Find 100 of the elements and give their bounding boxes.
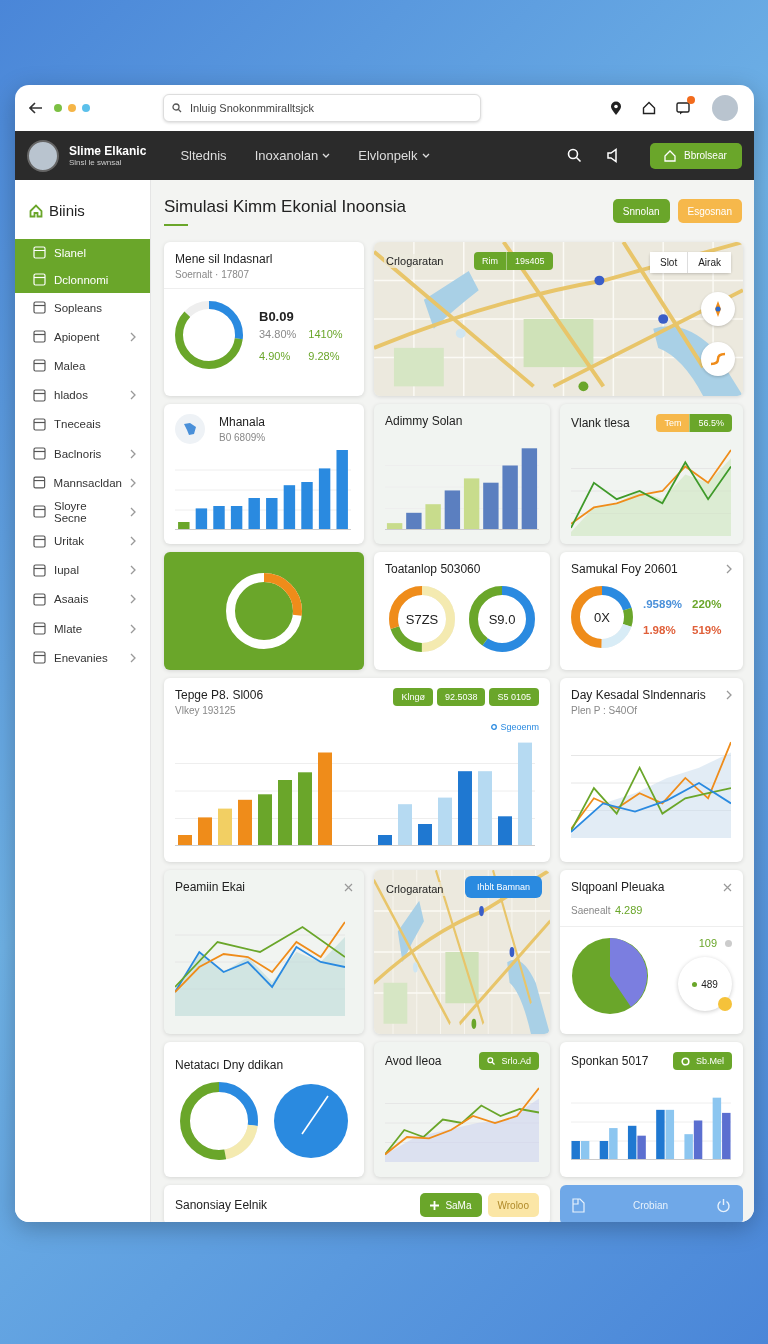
brand-name: Slime Elkanic [69,144,147,158]
sidebar-item[interactable]: Mlate [15,614,150,644]
document-icon[interactable] [572,1197,585,1213]
page-icon [33,622,46,636]
card-subtitle: Saenealt [571,905,611,916]
card-title: Avod Ileoa [385,1054,442,1068]
close-icon[interactable] [344,882,353,892]
chevron-right-icon [130,536,136,547]
ring-icon [491,724,498,730]
page-icon [33,417,46,431]
sidebar-item[interactable]: Malea [15,351,150,381]
bar [178,835,192,846]
page-icon [33,476,46,490]
bar [386,523,403,530]
page-icon [33,563,46,577]
search-icon [172,103,182,113]
bar [218,808,232,846]
sidebar-item[interactable]: Apiopent [15,322,150,352]
donut-value: S9.0 [488,611,516,627]
search-icon[interactable] [567,148,582,163]
page-icon [33,301,46,315]
bar [627,1125,637,1160]
chevron-right-icon [726,690,732,700]
stat-value: B0.09 [259,308,295,324]
sidebar-item[interactable]: Uritak [15,526,150,556]
bar [406,512,422,530]
map-toggle[interactable]: Slot [649,252,688,273]
sidebar-item[interactable]: Enevanies [15,643,150,673]
coin-icon [718,997,732,1011]
chat-icon[interactable] [676,101,690,115]
sidebar-item[interactable]: hlados [15,380,150,410]
bar [398,804,412,846]
chevron-right-icon [130,448,136,459]
notification-dot [687,96,695,104]
bar [198,817,212,846]
power-icon[interactable] [716,1197,731,1213]
card-title: Slqpoanl Pleuaka [571,880,665,894]
chevron-right-icon [726,564,732,574]
sidebar-item[interactable]: Mannsacldan [15,468,150,498]
card-title: Vlank tlesa [571,416,630,430]
sidebar-item[interactable]: Baclnoris [15,438,150,469]
bar [425,504,441,530]
bar [580,1141,590,1160]
card-title: Mene sil Indasnarl [175,252,274,266]
sidebar-item[interactable]: Iupal [15,555,150,585]
legend-value: 109 [698,937,717,949]
back-arrow-icon[interactable] [29,102,43,114]
bar [712,1097,722,1160]
map-button[interactable]: Ihblt Bamnan [464,876,542,898]
bar [418,824,432,846]
plus-icon [430,1200,440,1210]
donut-chart [389,586,455,652]
bar [571,1141,580,1160]
home-icon [29,203,43,218]
bar [178,522,190,530]
bar [213,506,225,530]
bar [238,799,252,846]
window-dots-icon [53,103,93,113]
home-icon[interactable] [642,101,656,115]
page-icon [33,534,46,548]
bar [438,797,452,846]
legend-dot [725,939,732,947]
card-title: Toatanlop 503060 [385,562,482,576]
card-title: Adimmy Solan [385,414,464,428]
bar [637,1135,646,1160]
nav-link[interactable]: Sltednis [180,148,227,163]
donut-value: 0X [594,609,610,625]
nav-link[interactable]: Elvlonpelk [358,148,430,163]
bar [502,465,518,530]
location-pin-icon[interactable] [610,100,622,116]
stat-value: 1410% [308,327,344,340]
circle-icon [681,1056,690,1066]
bar [483,482,499,530]
home-icon [664,149,676,162]
sidebar-item[interactable]: Tneceais [15,409,150,439]
page-icon [33,388,46,402]
bar [318,468,331,530]
bar [278,780,292,846]
stat-value: 34.80% [259,327,297,340]
bar [301,482,313,530]
sidebar-item[interactable]: Asaais [15,584,150,615]
sidebar-item[interactable]: Sloyre Secne [15,497,150,527]
card-value: 4.289 [614,904,643,916]
bar [266,498,278,530]
page-icon [33,651,46,665]
chevron-right-icon [130,565,136,576]
close-icon[interactable] [723,882,732,892]
map-toggle[interactable]: Airak [687,252,731,273]
region-icon [175,414,205,444]
page-icon [33,246,46,259]
badge-value: 489 [701,978,718,990]
card-title: Sponkan 5017 [571,1054,649,1068]
card-subtitle: Soernalt · 17807 [175,269,250,280]
search-icon [487,1057,496,1065]
nav-link[interactable]: Inoxanolan [254,148,331,163]
card-subtitle: Plen P : S40Of [571,705,638,716]
bar [722,1112,731,1160]
address-field[interactable]: Inluig Snokonmmiralltsjck [163,94,481,122]
bar [230,506,243,530]
sidebar-item[interactable]: Sopleans [15,293,150,323]
